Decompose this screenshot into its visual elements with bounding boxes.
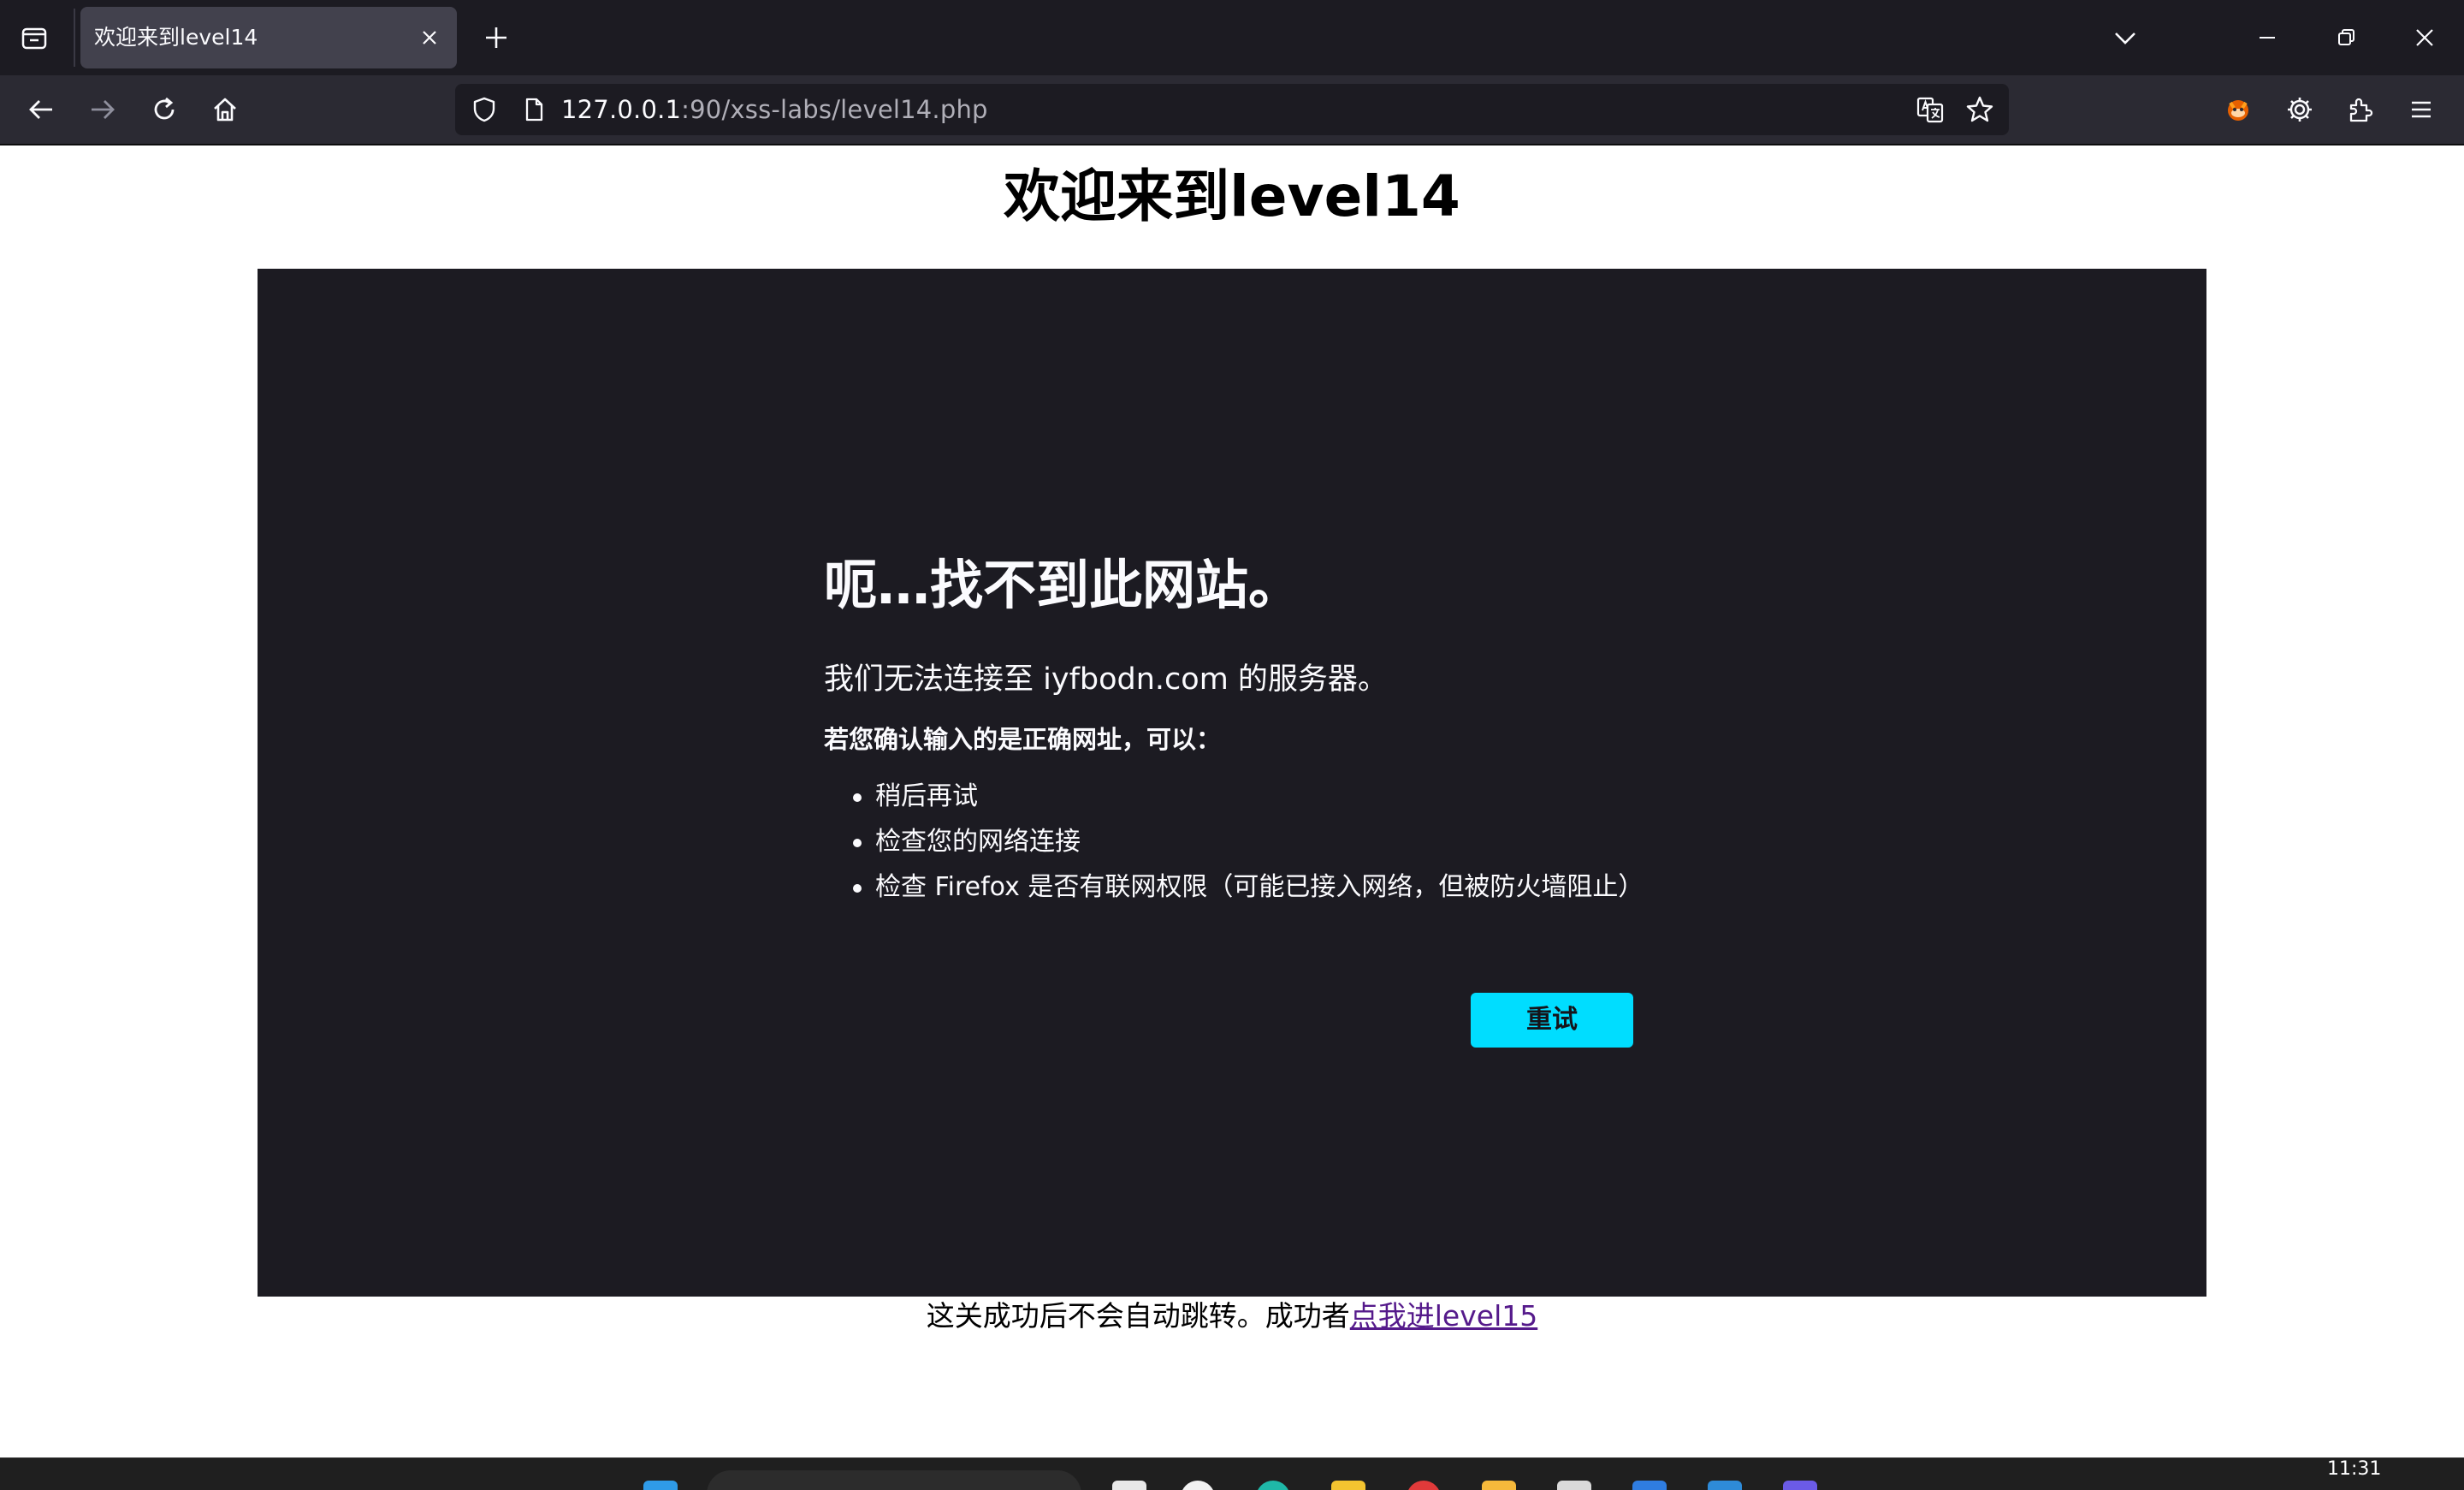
window-close-icon[interactable] — [2397, 10, 2452, 65]
folder-icon[interactable] — [1482, 1481, 1516, 1490]
back-arrow-icon[interactable] — [14, 82, 68, 137]
url-host: 127.0.0.1 — [561, 95, 682, 124]
error-hint: 若您确认输入的是正确网址，可以： — [824, 725, 1222, 754]
gear-icon[interactable] — [2272, 82, 2327, 137]
footer-text: 这关成功后不会自动跳转。成功者 — [926, 1299, 1350, 1333]
suggestion-list: 稍后再试 检查您的网络连接 检查 Firefox 是否有联网权限（可能已接入网络… — [824, 774, 1679, 910]
home-icon[interactable] — [198, 82, 252, 137]
app-icon[interactable] — [1783, 1481, 1817, 1490]
extension-fox-icon[interactable] — [2211, 82, 2266, 137]
forward-arrow-icon[interactable] — [75, 82, 130, 137]
minimize-icon[interactable] — [2240, 10, 2295, 65]
app-icon[interactable] — [1256, 1481, 1290, 1490]
list-item: 稍后再试 — [824, 774, 1679, 819]
app-icon[interactable] — [1112, 1481, 1146, 1490]
reload-icon[interactable] — [137, 82, 192, 137]
app-icon[interactable] — [1708, 1481, 1742, 1490]
taskbar-search[interactable] — [707, 1470, 1081, 1490]
url-bar[interactable]: 127.0.0.1:90/xss-labs/level14.php — [455, 84, 2009, 135]
tab-divider — [74, 9, 75, 67]
start-icon[interactable] — [643, 1481, 678, 1490]
taskbar: 11:31 — [0, 1457, 2464, 1490]
embedded-frame: 呃…找不到此网站。 我们无法连接至 iyfbodn.com 的服务器。 若您确认… — [258, 269, 2206, 1297]
tab-strip: 欢迎来到level14 — [0, 0, 2464, 75]
tab-active[interactable]: 欢迎来到level14 — [80, 7, 457, 68]
puzzle-icon[interactable] — [2333, 82, 2388, 137]
tab-title: 欢迎来到level14 — [94, 25, 258, 50]
error-description: 我们无法连接至 iyfbodn.com 的服务器。 — [824, 662, 1388, 697]
footer-line: 这关成功后不会自动跳转。成功者点我进level15 — [0, 1296, 2464, 1337]
plus-icon[interactable] — [469, 10, 524, 65]
navigation-toolbar: 127.0.0.1:90/xss-labs/level14.php — [0, 75, 2464, 145]
shield-icon[interactable] — [467, 92, 501, 127]
app-icon[interactable] — [1557, 1481, 1591, 1490]
list-item: 检查 Firefox 是否有联网权限（可能已接入网络，但被防火墙阻止） — [824, 864, 1679, 910]
error-panel: 呃…找不到此网站。 我们无法连接至 iyfbodn.com 的服务器。 若您确认… — [824, 551, 1679, 910]
retry-button[interactable]: 重试 — [1471, 993, 1633, 1048]
next-level-link[interactable]: 点我进level15 — [1350, 1299, 1537, 1333]
clock[interactable]: 11:31 — [2327, 1458, 2381, 1481]
menu-icon[interactable] — [2394, 82, 2449, 137]
error-title: 呃…找不到此网站。 — [824, 554, 1302, 616]
url-text[interactable]: 127.0.0.1:90/xss-labs/level14.php — [561, 84, 988, 135]
translate-icon[interactable] — [1913, 92, 1947, 127]
restore-icon[interactable] — [2319, 10, 2373, 65]
app-icon[interactable] — [1181, 1481, 1215, 1490]
tab-list-icon[interactable] — [7, 10, 62, 65]
app-icon[interactable] — [1407, 1481, 1441, 1490]
close-icon[interactable] — [411, 19, 448, 56]
page-title: 欢迎来到level14 — [1004, 163, 1460, 229]
star-icon[interactable] — [1963, 92, 1997, 127]
app-icon[interactable] — [1632, 1481, 1667, 1490]
chevron-down-icon[interactable] — [2098, 10, 2153, 65]
list-item: 检查您的网络连接 — [824, 819, 1679, 864]
url-path: :90/xss-labs/level14.php — [681, 95, 988, 124]
app-icon[interactable] — [1331, 1481, 1365, 1490]
page-icon[interactable] — [517, 92, 551, 127]
